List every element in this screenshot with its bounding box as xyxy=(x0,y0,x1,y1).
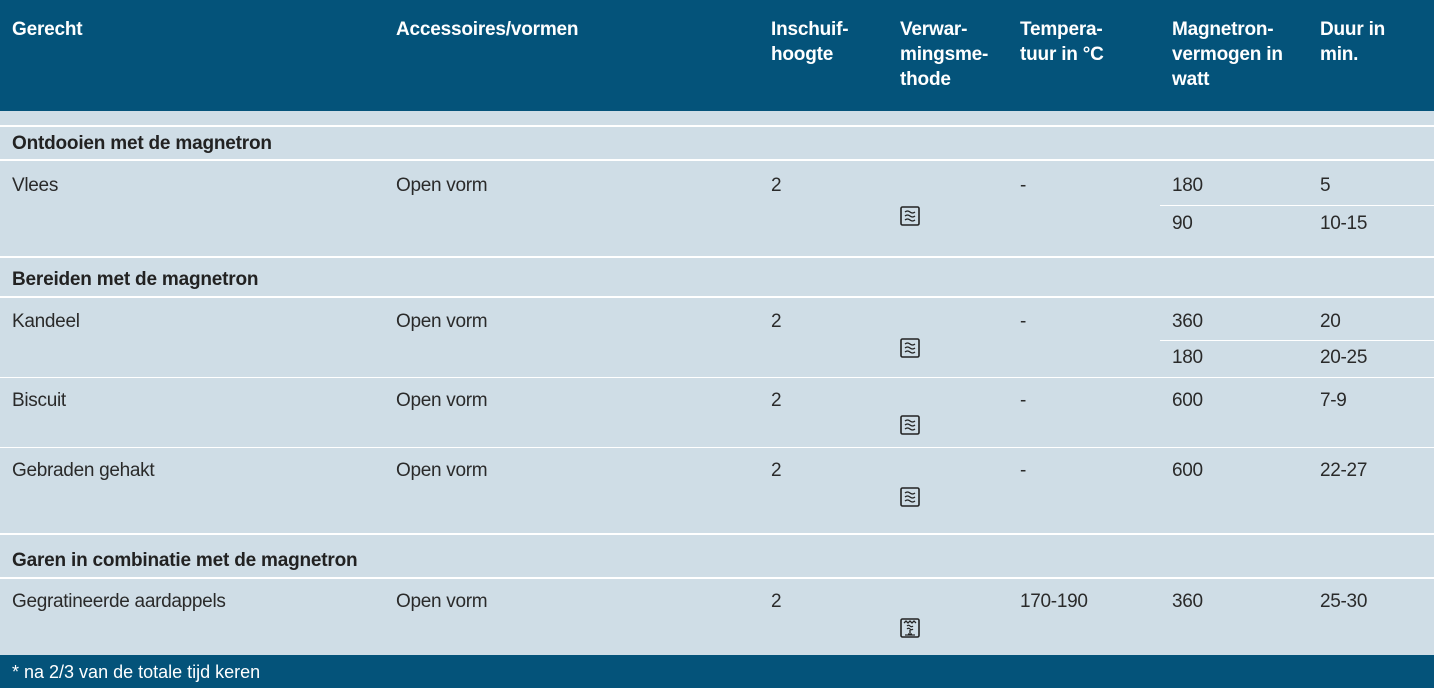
cell-duur: 5 xyxy=(1320,175,1331,196)
cell-temperatuur: 170-190 xyxy=(1020,591,1088,612)
microwave-icon xyxy=(900,206,920,226)
divider xyxy=(0,533,1434,535)
microwave-icon xyxy=(900,415,920,435)
header-verwarming-line-1: Verwar- xyxy=(900,19,968,40)
cooking-table: Gerecht Accessoires/vormen Inschuif- hoo… xyxy=(0,0,1434,688)
header-temperatuur-line-2: tuur in °C xyxy=(1020,44,1104,65)
header-magnetronvermogen: Magnetron- vermogen in watt xyxy=(1172,17,1283,92)
cell-duur: 10-15 xyxy=(1320,213,1368,234)
cell-accessoire: Open vorm xyxy=(396,311,488,332)
header-inschuif-line-1: Inschuif- xyxy=(771,19,849,40)
header-gerecht-line: Gerecht xyxy=(12,19,83,40)
divider xyxy=(0,577,1434,579)
header-verwarming-line-2: mingsme- xyxy=(900,44,989,65)
table-footer: * na 2/3 van de totale tijd keren xyxy=(0,655,1434,688)
header-magnetron-line-3: watt xyxy=(1172,69,1210,90)
microwave-icon xyxy=(900,487,920,507)
footer-note: * na 2/3 van de totale tijd keren xyxy=(12,662,261,682)
section-title: Bereiden met de magnetron xyxy=(12,269,259,290)
header-accessoires: Accessoires/vormen xyxy=(396,17,578,42)
header-accessoires-line: Accessoires/vormen xyxy=(396,19,579,40)
cell-watt: 600 xyxy=(1172,390,1203,411)
cell-watt: 180 xyxy=(1172,175,1203,196)
step-divider xyxy=(1160,205,1434,206)
cell-inschuifhoogte: 2 xyxy=(771,460,782,481)
header-verwarming-line-3: thode xyxy=(900,69,951,90)
header-magnetron-line-1: Magnetron- xyxy=(1172,19,1274,40)
cell-duur: 20-25 xyxy=(1320,347,1368,368)
cell-inschuifhoogte: 2 xyxy=(771,311,782,332)
header-duur-line-1: Duur in xyxy=(1320,19,1386,40)
divider xyxy=(0,125,1434,127)
divider xyxy=(0,159,1434,161)
cell-temperatuur: - xyxy=(1020,390,1027,411)
cell-inschuifhoogte: 2 xyxy=(771,591,782,612)
cell-watt: 360 xyxy=(1172,591,1203,612)
cell-gerecht: Gebraden gehakt xyxy=(12,460,155,481)
section-title: Garen in combinatie met de magnetron xyxy=(12,550,358,571)
header-temperatuur: Tempera- tuur in °C xyxy=(1020,17,1104,67)
cell-watt: 90 xyxy=(1172,213,1193,234)
section-title: Ontdooien met de magnetron xyxy=(12,133,272,154)
header-magnetron-line-2: vermogen in xyxy=(1172,44,1283,65)
cell-duur: 20 xyxy=(1320,311,1341,332)
combi-grill-icon xyxy=(900,618,920,638)
header-inschuif-line-2: hoogte xyxy=(771,44,834,65)
cell-accessoire: Open vorm xyxy=(396,175,488,196)
cell-temperatuur: - xyxy=(1020,175,1027,196)
divider xyxy=(0,447,1434,448)
cell-gerecht: Kandeel xyxy=(12,311,80,332)
cell-gerecht: Vlees xyxy=(12,175,59,196)
cell-inschuifhoogte: 2 xyxy=(771,390,782,411)
divider xyxy=(0,296,1434,298)
cell-duur: 22-27 xyxy=(1320,460,1368,481)
cell-duur: 25-30 xyxy=(1320,591,1368,612)
table-header: Gerecht Accessoires/vormen Inschuif- hoo… xyxy=(0,0,1434,111)
header-duur-line-2: min. xyxy=(1320,44,1359,65)
header-temperatuur-line-1: Tempera- xyxy=(1020,19,1103,40)
header-duur: Duur in min. xyxy=(1320,17,1385,67)
divider xyxy=(0,377,1434,378)
cell-accessoire: Open vorm xyxy=(396,460,488,481)
cell-accessoire: Open vorm xyxy=(396,390,488,411)
cell-temperatuur: - xyxy=(1020,311,1027,332)
microwave-icon xyxy=(900,338,920,358)
header-gerecht: Gerecht xyxy=(12,17,83,42)
cell-duur: 7-9 xyxy=(1320,390,1347,411)
cell-watt: 360 xyxy=(1172,311,1203,332)
cell-gerecht: Gegratineerde aardappels xyxy=(12,591,226,612)
cell-gerecht: Biscuit xyxy=(12,390,66,411)
cell-watt: 180 xyxy=(1172,347,1203,368)
cell-temperatuur: - xyxy=(1020,460,1027,481)
step-divider xyxy=(1160,340,1434,341)
cell-watt: 600 xyxy=(1172,460,1203,481)
header-inschuifhoogte: Inschuif- hoogte xyxy=(771,17,849,67)
cell-inschuifhoogte: 2 xyxy=(771,175,782,196)
divider xyxy=(0,256,1434,258)
cell-accessoire: Open vorm xyxy=(396,591,488,612)
header-verwarmingsmethode: Verwar- mingsme- thode xyxy=(900,17,988,92)
